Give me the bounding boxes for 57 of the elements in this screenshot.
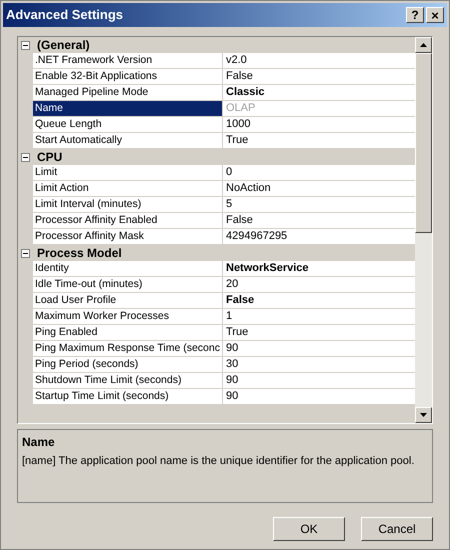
property-name[interactable]: Limit Action: [33, 181, 223, 197]
property-value[interactable]: 90: [223, 341, 415, 357]
collapse-icon[interactable]: [21, 248, 30, 258]
property-name[interactable]: Managed Pipeline Mode: [33, 85, 223, 101]
property-name[interactable]: Queue Length: [33, 117, 223, 133]
down-arrow-icon: [420, 413, 427, 417]
property-name[interactable]: Idle Time-out (minutes): [33, 277, 223, 293]
property-value[interactable]: False: [223, 293, 415, 309]
property-name[interactable]: Shutdown Time Limit (seconds): [33, 373, 223, 389]
property-value[interactable]: 20: [223, 277, 415, 293]
property-value[interactable]: 1: [223, 309, 415, 325]
dialog-button[interactable]: Cancel: [361, 517, 433, 541]
property-name[interactable]: Load User Profile: [33, 293, 223, 309]
scroll-thumb[interactable]: [415, 53, 432, 233]
property-name[interactable]: Enable 32-Bit Applications: [33, 69, 223, 85]
property-name[interactable]: Maximum Worker Processes: [33, 309, 223, 325]
category-header: Process Model: [36, 245, 122, 262]
scrollbar[interactable]: [415, 37, 432, 423]
scroll-up-button[interactable]: [415, 37, 432, 53]
up-arrow-icon: [420, 43, 427, 47]
property-value[interactable]: 1000: [223, 117, 415, 133]
property-name[interactable]: Identity: [33, 261, 223, 277]
property-name[interactable]: Processor Affinity Enabled: [33, 213, 223, 229]
property-name[interactable]: Ping Maximum Response Time (seconc: [33, 341, 223, 357]
property-value[interactable]: 90: [223, 389, 415, 405]
property-value[interactable]: v2.0: [223, 53, 415, 69]
category-header: CPU: [36, 149, 62, 166]
property-name[interactable]: Ping Enabled: [33, 325, 223, 341]
property-value[interactable]: 4294967295: [223, 229, 415, 245]
property-name[interactable]: Startup Time Limit (seconds): [33, 389, 223, 405]
help-button[interactable]: ?: [406, 7, 424, 23]
property-value[interactable]: False: [223, 213, 415, 229]
property-value[interactable]: NoAction: [223, 181, 415, 197]
collapse-icon[interactable]: [21, 40, 30, 50]
property-value[interactable]: 90: [223, 373, 415, 389]
property-value[interactable]: 0: [223, 165, 415, 181]
description-text: [name] The application pool name is the unique identifier for the application pool.: [22, 454, 416, 469]
property-name[interactable]: Processor Affinity Mask: [33, 229, 223, 245]
close-button[interactable]: ×: [426, 7, 444, 23]
property-value[interactable]: 30: [223, 357, 415, 373]
property-value[interactable]: Classic: [223, 85, 415, 101]
property-name[interactable]: Limit Interval (minutes): [33, 197, 223, 213]
description-title: Name: [22, 434, 56, 451]
property-value[interactable]: 5: [223, 197, 415, 213]
dialog-button[interactable]: OK: [273, 517, 345, 541]
category-header: (General): [36, 37, 90, 54]
property-value[interactable]: False: [223, 69, 415, 85]
property-name[interactable]: .NET Framework Version: [33, 53, 223, 69]
property-value[interactable]: True: [223, 133, 415, 149]
window-title: Advanced Settings: [6, 6, 124, 24]
property-name[interactable]: Start Automatically: [33, 133, 223, 149]
collapse-icon[interactable]: [21, 152, 30, 162]
property-name[interactable]: Ping Period (seconds): [33, 357, 223, 373]
scroll-down-button[interactable]: [415, 407, 432, 423]
property-value[interactable]: True: [223, 325, 415, 341]
property-name[interactable]: Limit: [33, 165, 223, 181]
property-value[interactable]: NetworkService: [223, 261, 415, 277]
